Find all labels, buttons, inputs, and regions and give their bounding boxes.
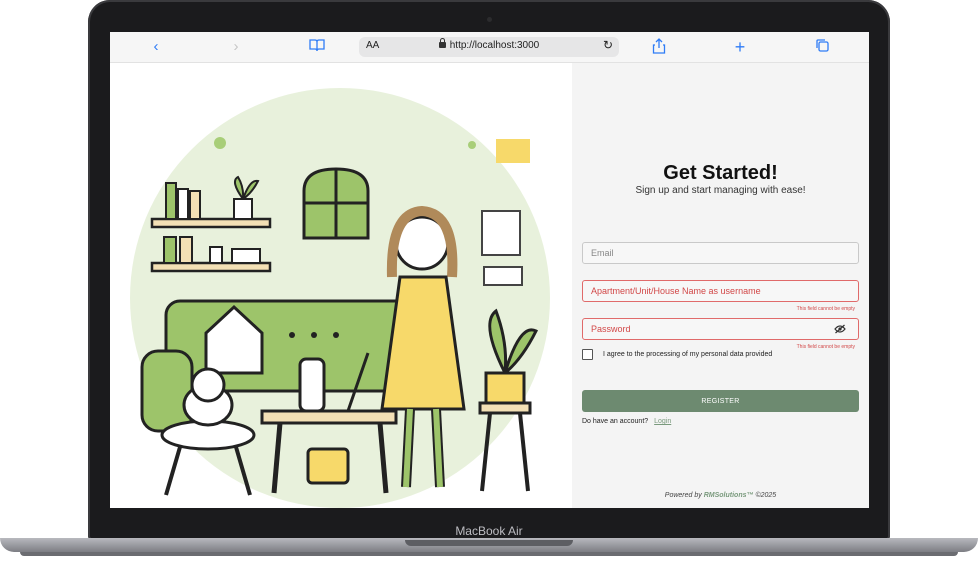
page-subtitle: Sign up and start managing with ease!: [635, 185, 806, 196]
base-foot: [20, 552, 958, 556]
browser-screen: ‹ › AA http://localhost:3000 ↻ + Get Sta…: [110, 32, 869, 508]
book-icon[interactable]: [308, 38, 326, 56]
username-input[interactable]: [583, 281, 829, 301]
signup-panel: Get Started! Sign up and start managing …: [572, 63, 869, 508]
reload-icon[interactable]: ↻: [603, 38, 613, 52]
footer-suffix: ©2025: [755, 492, 777, 499]
share-icon[interactable]: [650, 38, 668, 56]
email-input[interactable]: [583, 243, 829, 263]
password-field[interactable]: [582, 318, 859, 340]
register-button[interactable]: REGISTER: [582, 390, 859, 412]
consent-row: I agree to the processing of my personal…: [582, 349, 772, 360]
have-account-text: Do have an account?: [582, 418, 649, 425]
plus-icon[interactable]: +: [731, 38, 749, 56]
browser-toolbar: ‹ › AA http://localhost:3000 ↻ +: [110, 32, 869, 63]
back-icon[interactable]: ‹: [147, 38, 165, 56]
tabs-icon[interactable]: [813, 38, 831, 56]
footer-brand: RMSolutions™: [703, 492, 754, 499]
base-notch: [405, 540, 573, 546]
username-field[interactable]: [582, 280, 859, 302]
camera-dot: [487, 17, 492, 22]
lock-icon: [438, 38, 446, 48]
have-account-row: Do have an account? Login: [582, 418, 671, 425]
illustration: [110, 63, 572, 508]
footer-prefix: Powered by: [664, 492, 702, 499]
login-link[interactable]: Login: [654, 418, 671, 425]
consent-checkbox[interactable]: [582, 349, 593, 360]
consent-label: I agree to the processing of my personal…: [603, 351, 773, 358]
model-label: MacBook Air: [455, 524, 523, 538]
password-error: This field cannot be empty: [796, 344, 855, 350]
page-title: Get Started!: [663, 162, 778, 184]
address-bar[interactable]: AA http://localhost:3000 ↻: [359, 37, 619, 57]
url-text: http://localhost:3000: [449, 40, 540, 51]
eye-off-icon[interactable]: [834, 324, 846, 334]
footer: Powered by RMSolutions™ ©2025: [572, 492, 869, 499]
username-error: This field cannot be empty: [796, 306, 855, 312]
forward-icon[interactable]: ›: [227, 38, 245, 56]
email-field[interactable]: [582, 242, 859, 264]
password-input[interactable]: [583, 319, 829, 339]
